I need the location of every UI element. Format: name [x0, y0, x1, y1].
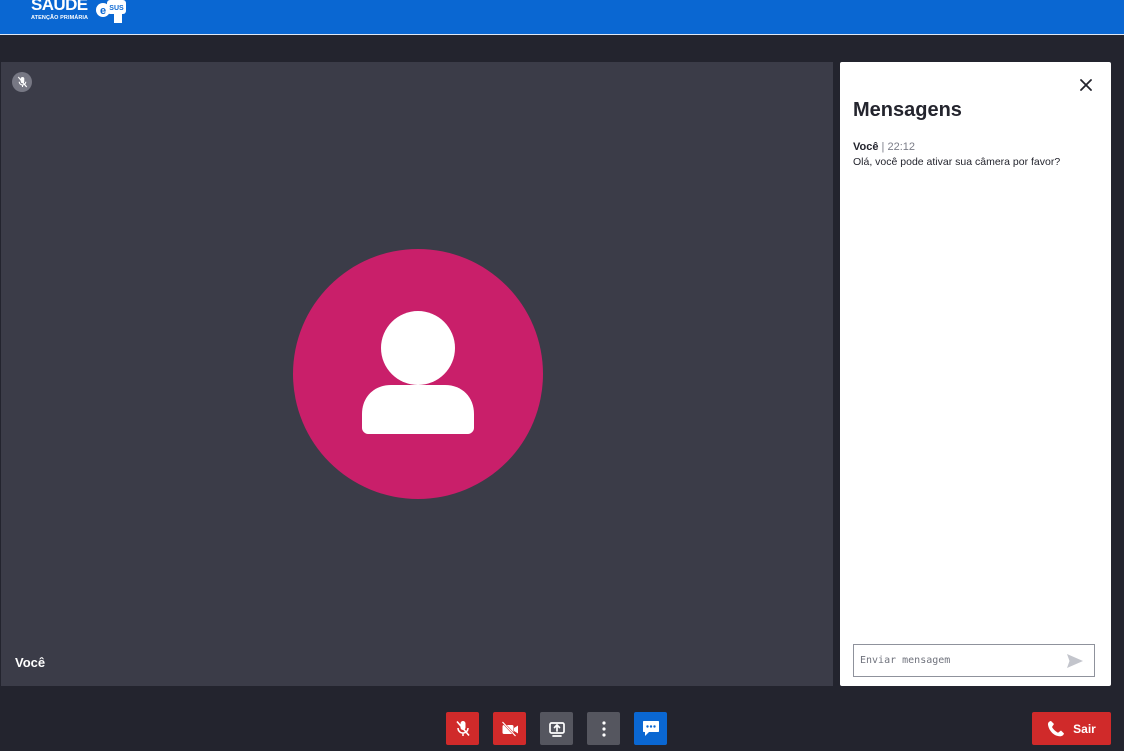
- message-separator: |: [881, 141, 885, 153]
- more-vertical-icon: [601, 720, 606, 737]
- svg-text:e: e: [100, 5, 106, 17]
- participant-avatar: [293, 249, 543, 499]
- mic-off-icon: [455, 720, 470, 737]
- brand-logo: SAÚDE ATENÇÃO PRIMÁRIA: [31, 0, 88, 21]
- leave-call-label: Sair: [1073, 721, 1096, 736]
- leave-call-button[interactable]: Sair: [1032, 712, 1111, 745]
- participant-video-tile: Você: [1, 62, 833, 686]
- chat-panel: Mensagens Você | 22:12 Olá, você pode at…: [840, 62, 1111, 686]
- chat-message-input[interactable]: [860, 645, 1056, 676]
- esus-logo-icon: e SUS: [96, 0, 126, 23]
- message-meta: Você | 22:12: [853, 140, 1098, 154]
- phone-icon: [1048, 720, 1065, 736]
- chat-input-container: [853, 644, 1095, 677]
- mic-off-icon: [12, 72, 32, 92]
- brand-subtitle: ATENÇÃO PRIMÁRIA: [31, 15, 89, 21]
- screen-share-icon: [548, 721, 565, 737]
- camera-off-icon: [501, 720, 518, 737]
- user-avatar-icon: [362, 311, 474, 434]
- close-chat-button[interactable]: [1077, 76, 1095, 94]
- message-author: Você: [853, 141, 879, 153]
- toggle-camera-button[interactable]: [493, 712, 526, 745]
- chat-message: Você | 22:12 Olá, você pode ativar sua c…: [853, 140, 1098, 170]
- message-text: Olá, você pode ativar sua câmera por fav…: [853, 156, 1061, 168]
- close-icon: [1080, 79, 1092, 91]
- chat-icon: [642, 721, 659, 736]
- send-icon: [1067, 654, 1083, 668]
- top-header: SAÚDE ATENÇÃO PRIMÁRIA e SUS: [0, 0, 1124, 35]
- message-time: 22:12: [887, 141, 915, 153]
- participant-name: Você: [15, 655, 46, 670]
- toggle-chat-button[interactable]: [634, 712, 667, 745]
- chat-title: Mensagens: [853, 99, 962, 121]
- toggle-microphone-button[interactable]: [446, 712, 479, 745]
- more-options-button[interactable]: [587, 712, 620, 745]
- send-message-button[interactable]: [1064, 652, 1086, 670]
- brand-badge-label: SUS: [109, 5, 124, 12]
- share-screen-button[interactable]: [540, 712, 573, 745]
- brand-name: SAÚDE: [31, 0, 88, 14]
- call-controls: [446, 712, 667, 745]
